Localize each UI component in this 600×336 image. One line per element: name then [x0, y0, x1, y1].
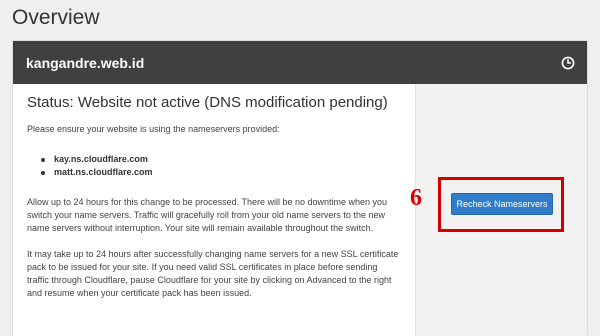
status-heading: Status: Website not active (DNS modifica… — [27, 94, 388, 111]
bullet-icon — [41, 171, 45, 175]
bullet-icon — [41, 158, 45, 162]
card-header: kangandre.web.id — [13, 41, 587, 84]
nameserver-item: kay.ns.cloudflare.com — [41, 153, 401, 166]
recheck-nameservers-button[interactable]: Recheck Nameservers — [451, 193, 553, 215]
status-panel: Status: Website not active (DNS modifica… — [13, 84, 416, 336]
step-annotation-number: 6 — [410, 185, 422, 211]
domain-name: kangandre.web.id — [26, 54, 145, 71]
nameserver-value: kay.ns.cloudflare.com — [54, 154, 148, 164]
nameserver-value: matt.ns.cloudflare.com — [54, 167, 153, 177]
clock-icon[interactable] — [561, 56, 575, 70]
page-title: Overview — [12, 6, 100, 29]
nameserver-intro: Please ensure your website is using the … — [27, 124, 280, 134]
nameserver-item: matt.ns.cloudflare.com — [41, 166, 401, 179]
ssl-note: It may take up to 24 hours after success… — [27, 249, 399, 298]
nameserver-list: kay.ns.cloudflare.com matt.ns.cloudflare… — [41, 153, 401, 179]
propagation-note: Allow up to 24 hours for this change to … — [27, 197, 388, 233]
